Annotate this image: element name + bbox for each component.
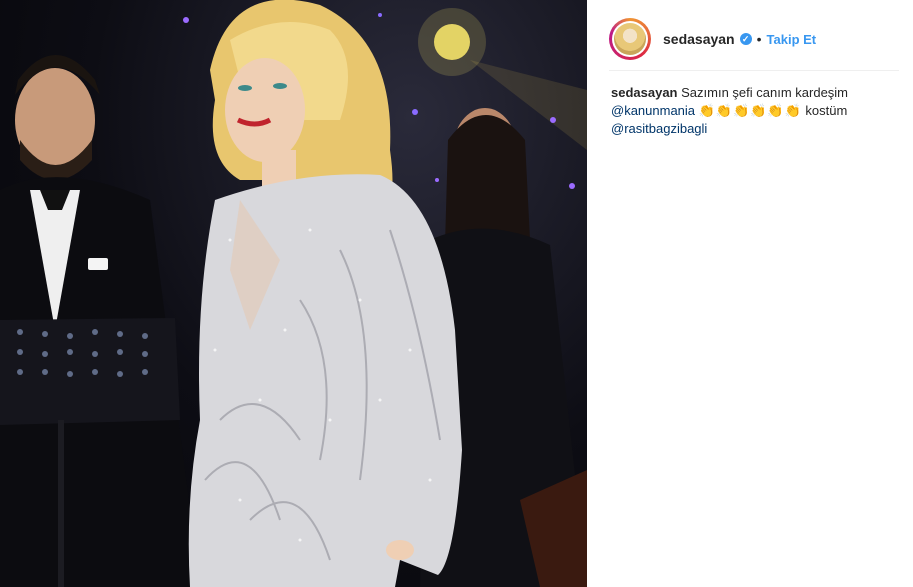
caption-text-2: kostüm bbox=[805, 103, 848, 118]
separator-dot: • bbox=[756, 31, 762, 47]
clapping-hands-emoji: 👏👏👏👏👏👏 bbox=[698, 103, 802, 118]
follow-button[interactable]: Takip Et bbox=[767, 32, 817, 47]
post-sidebar: sedasayan ✓ • Takip Et sedasayan Sazımın… bbox=[587, 0, 913, 587]
avatar-image bbox=[614, 23, 646, 55]
caption-text: Sazımın şefi canım kardeşim bbox=[681, 85, 849, 100]
caption-username[interactable]: sedasayan bbox=[611, 85, 678, 100]
verified-badge-icon: ✓ bbox=[739, 33, 752, 45]
mention-kanunmania[interactable]: @kanunmania bbox=[611, 103, 695, 118]
username-link[interactable]: sedasayan bbox=[663, 31, 735, 47]
post-header: sedasayan ✓ • Takip Et bbox=[609, 8, 899, 71]
avatar-ring bbox=[612, 21, 648, 57]
avatar[interactable] bbox=[609, 18, 651, 60]
post-photo[interactable] bbox=[0, 0, 587, 587]
post-caption: sedasayan Sazımın şefi canım kardeşim @k… bbox=[611, 84, 891, 138]
stage-photo-illustration bbox=[0, 0, 587, 587]
mention-rasitbagzibagli[interactable]: @rasitbagzibagli bbox=[611, 121, 707, 136]
